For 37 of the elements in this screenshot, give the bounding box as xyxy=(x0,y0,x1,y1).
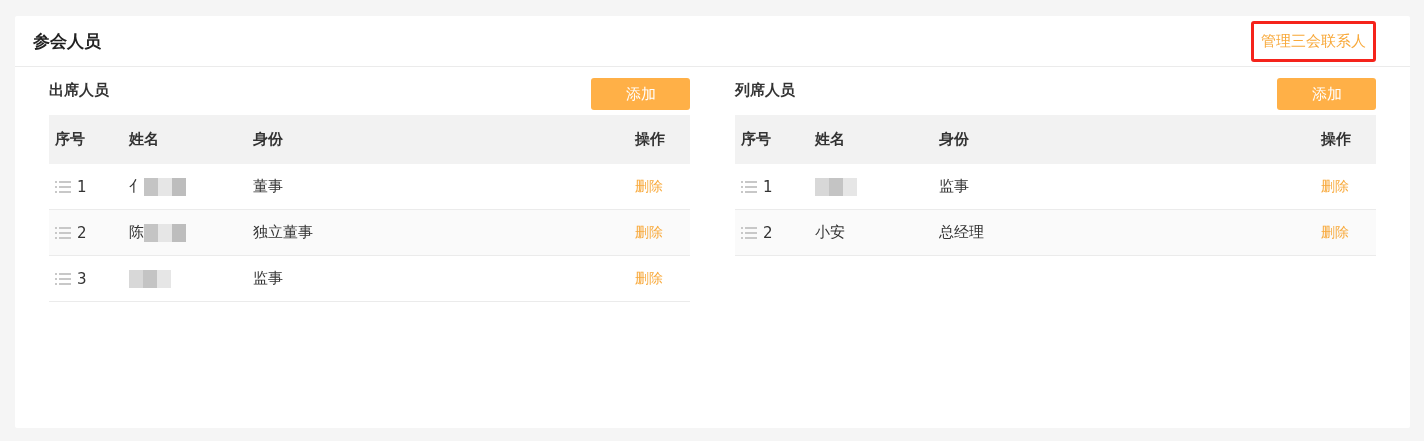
drag-handle-icon[interactable] xyxy=(741,226,757,239)
role-cell-text: 独立董事 xyxy=(252,223,314,242)
column-header: 序号 xyxy=(740,130,772,149)
name-text: 陈 xyxy=(129,223,144,242)
row-number: 1 xyxy=(77,177,87,196)
section-title: 出席人员 xyxy=(49,81,109,100)
role-cell-text: 董事 xyxy=(252,177,284,196)
delete-link[interactable]: 删除 xyxy=(1321,178,1349,194)
delete-link[interactable]: 删除 xyxy=(1321,224,1349,240)
name-text: 小安 xyxy=(815,223,845,242)
row-number: 3 xyxy=(77,269,87,288)
row-number: 2 xyxy=(77,223,87,242)
name-text: 亻 xyxy=(129,177,144,196)
column-header: 姓名 xyxy=(128,130,160,149)
add-button[interactable]: 添加 xyxy=(1277,78,1376,110)
delete-link[interactable]: 删除 xyxy=(635,224,663,240)
section-title: 列席人员 xyxy=(735,81,795,100)
row-number: 1 xyxy=(763,177,773,196)
column-header: 姓名 xyxy=(814,130,846,149)
manage-contacts-link[interactable]: 管理三会联系人 xyxy=(1251,20,1376,62)
row-number: 2 xyxy=(763,223,773,242)
column-header: 身份 xyxy=(938,130,970,149)
drag-handle-icon[interactable] xyxy=(741,180,757,193)
role-cell-text: 总经理 xyxy=(938,223,985,242)
drag-handle-icon[interactable] xyxy=(55,180,71,193)
role-cell-text: 监事 xyxy=(252,269,284,288)
column-header: 身份 xyxy=(252,130,284,149)
delete-link[interactable]: 删除 xyxy=(635,178,663,194)
drag-handle-icon[interactable] xyxy=(55,226,71,239)
card-title: 参会人员 xyxy=(33,29,101,53)
delete-link[interactable]: 删除 xyxy=(635,270,663,286)
drag-handle-icon[interactable] xyxy=(55,272,71,285)
column-header: 操作 xyxy=(1320,130,1352,149)
role-cell-text: 监事 xyxy=(938,177,970,196)
add-button[interactable]: 添加 xyxy=(591,78,690,110)
column-header: 序号 xyxy=(54,130,86,149)
column-header: 操作 xyxy=(634,130,666,149)
